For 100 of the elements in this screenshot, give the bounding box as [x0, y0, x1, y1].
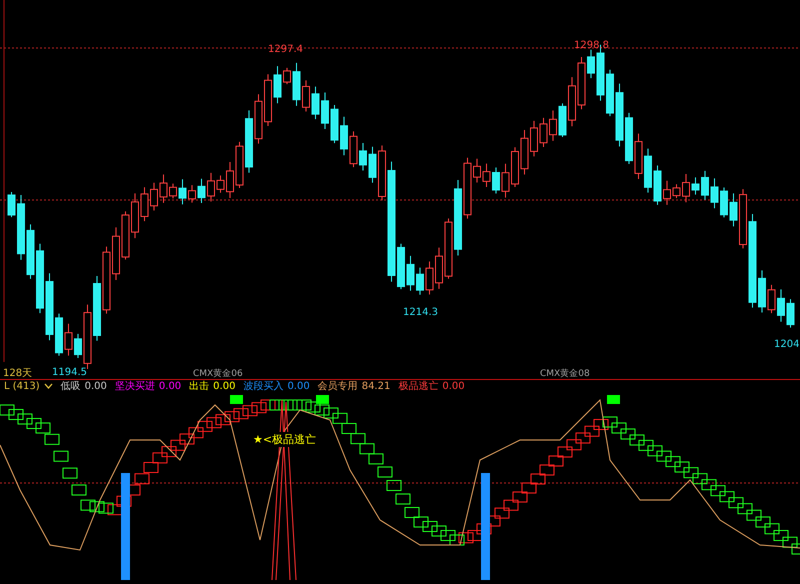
step-box: [386, 480, 402, 491]
step-box: [584, 426, 600, 437]
contract-label: CMX黄金08: [540, 368, 590, 380]
candlestick: [435, 247, 443, 290]
step-box: [80, 500, 96, 511]
candlestick: [36, 243, 44, 314]
step-box: [296, 400, 312, 410]
price-label: 1214.3: [403, 307, 438, 318]
step-box: [710, 485, 726, 496]
legend-value: 0.00: [158, 380, 182, 392]
step-box: [234, 408, 248, 420]
step-box: [774, 530, 788, 541]
step-box: [512, 492, 528, 502]
step-box: [620, 428, 636, 440]
step-box: [36, 422, 50, 434]
candlestick: [26, 224, 34, 280]
candlestick: [644, 148, 652, 194]
candlestick: [226, 161, 234, 198]
step-box: [674, 462, 690, 472]
step-box: [270, 400, 284, 410]
candlestick: [492, 167, 500, 194]
candlestick: [416, 267, 424, 296]
step-box: [108, 504, 122, 516]
signal-square: [607, 395, 620, 404]
signal-square: [230, 395, 243, 404]
candlestick: [710, 178, 718, 209]
candlestick: [188, 184, 196, 204]
step-box: [692, 473, 708, 484]
candlestick: [84, 304, 92, 370]
signal-text: ★<极品逃亡: [253, 432, 316, 447]
step-box: [18, 414, 32, 424]
candlestick: [312, 86, 320, 120]
step-box: [648, 445, 662, 456]
step-box: [216, 414, 230, 426]
step-box: [414, 516, 428, 528]
candlestick: [511, 146, 519, 188]
candlestick: [330, 104, 338, 144]
candlestick: [634, 133, 642, 180]
step-box: [54, 450, 68, 462]
candlestick: [540, 117, 548, 148]
step-box: [332, 412, 348, 424]
step-box: [558, 446, 572, 458]
candlestick: [140, 186, 148, 222]
candlestick: [578, 56, 586, 110]
candlestick: [254, 94, 262, 144]
candlestick: [178, 178, 186, 205]
candlestick: [160, 174, 168, 204]
candlestick: [720, 186, 728, 218]
step-box: [638, 440, 654, 451]
step-box: [350, 433, 366, 444]
candlestick: [150, 182, 158, 211]
step-box: [324, 408, 338, 418]
step-box: [368, 453, 384, 464]
step-box: [612, 422, 626, 434]
legend-value: 0.00: [442, 380, 465, 392]
step-box: [666, 456, 680, 468]
candlestick: [198, 178, 206, 204]
step-box: [468, 530, 482, 541]
step-box: [494, 508, 510, 519]
legend-value: 0.00: [84, 380, 107, 392]
candlestick: [368, 146, 376, 184]
step-box: [548, 456, 564, 466]
step-box: [522, 482, 536, 494]
step-box: [44, 434, 60, 445]
step-box: [602, 416, 618, 428]
candlestick: [321, 92, 329, 130]
legend-label: 低吸: [60, 380, 81, 393]
contract-label: CMX黄金06: [193, 368, 243, 380]
step-box: [288, 400, 302, 410]
candlestick: [768, 284, 776, 314]
candlestick: [350, 130, 358, 168]
step-box: [738, 503, 752, 514]
candlestick: [264, 74, 272, 126]
step-box: [306, 402, 320, 412]
caret-icon[interactable]: [44, 383, 53, 389]
candlestick: [93, 275, 101, 342]
step-box: [62, 468, 78, 479]
candlestick: [302, 80, 310, 112]
price-label: 1194.5: [52, 367, 87, 378]
indicator-name[interactable]: L (413): [4, 380, 40, 392]
step-box: [450, 534, 464, 546]
candlestick: [587, 49, 595, 79]
step-box: [224, 411, 240, 422]
step-box: [378, 466, 392, 478]
step-box: [242, 405, 258, 416]
step-box: [746, 510, 762, 521]
candlestick: [274, 66, 282, 104]
candlestick: [549, 110, 557, 142]
candlestick: [236, 141, 244, 188]
step-box: [162, 446, 176, 458]
candlestick: [520, 130, 528, 175]
signal-square: [316, 395, 329, 404]
legend-label: 出击: [189, 380, 210, 393]
candlestick: [625, 112, 633, 165]
step-box: [144, 462, 158, 473]
step-box: [566, 439, 582, 450]
legend-label: 极品逃亡: [398, 380, 438, 393]
candlestick: [426, 261, 434, 295]
candlestick: [739, 188, 747, 249]
candlestick: [682, 173, 690, 203]
